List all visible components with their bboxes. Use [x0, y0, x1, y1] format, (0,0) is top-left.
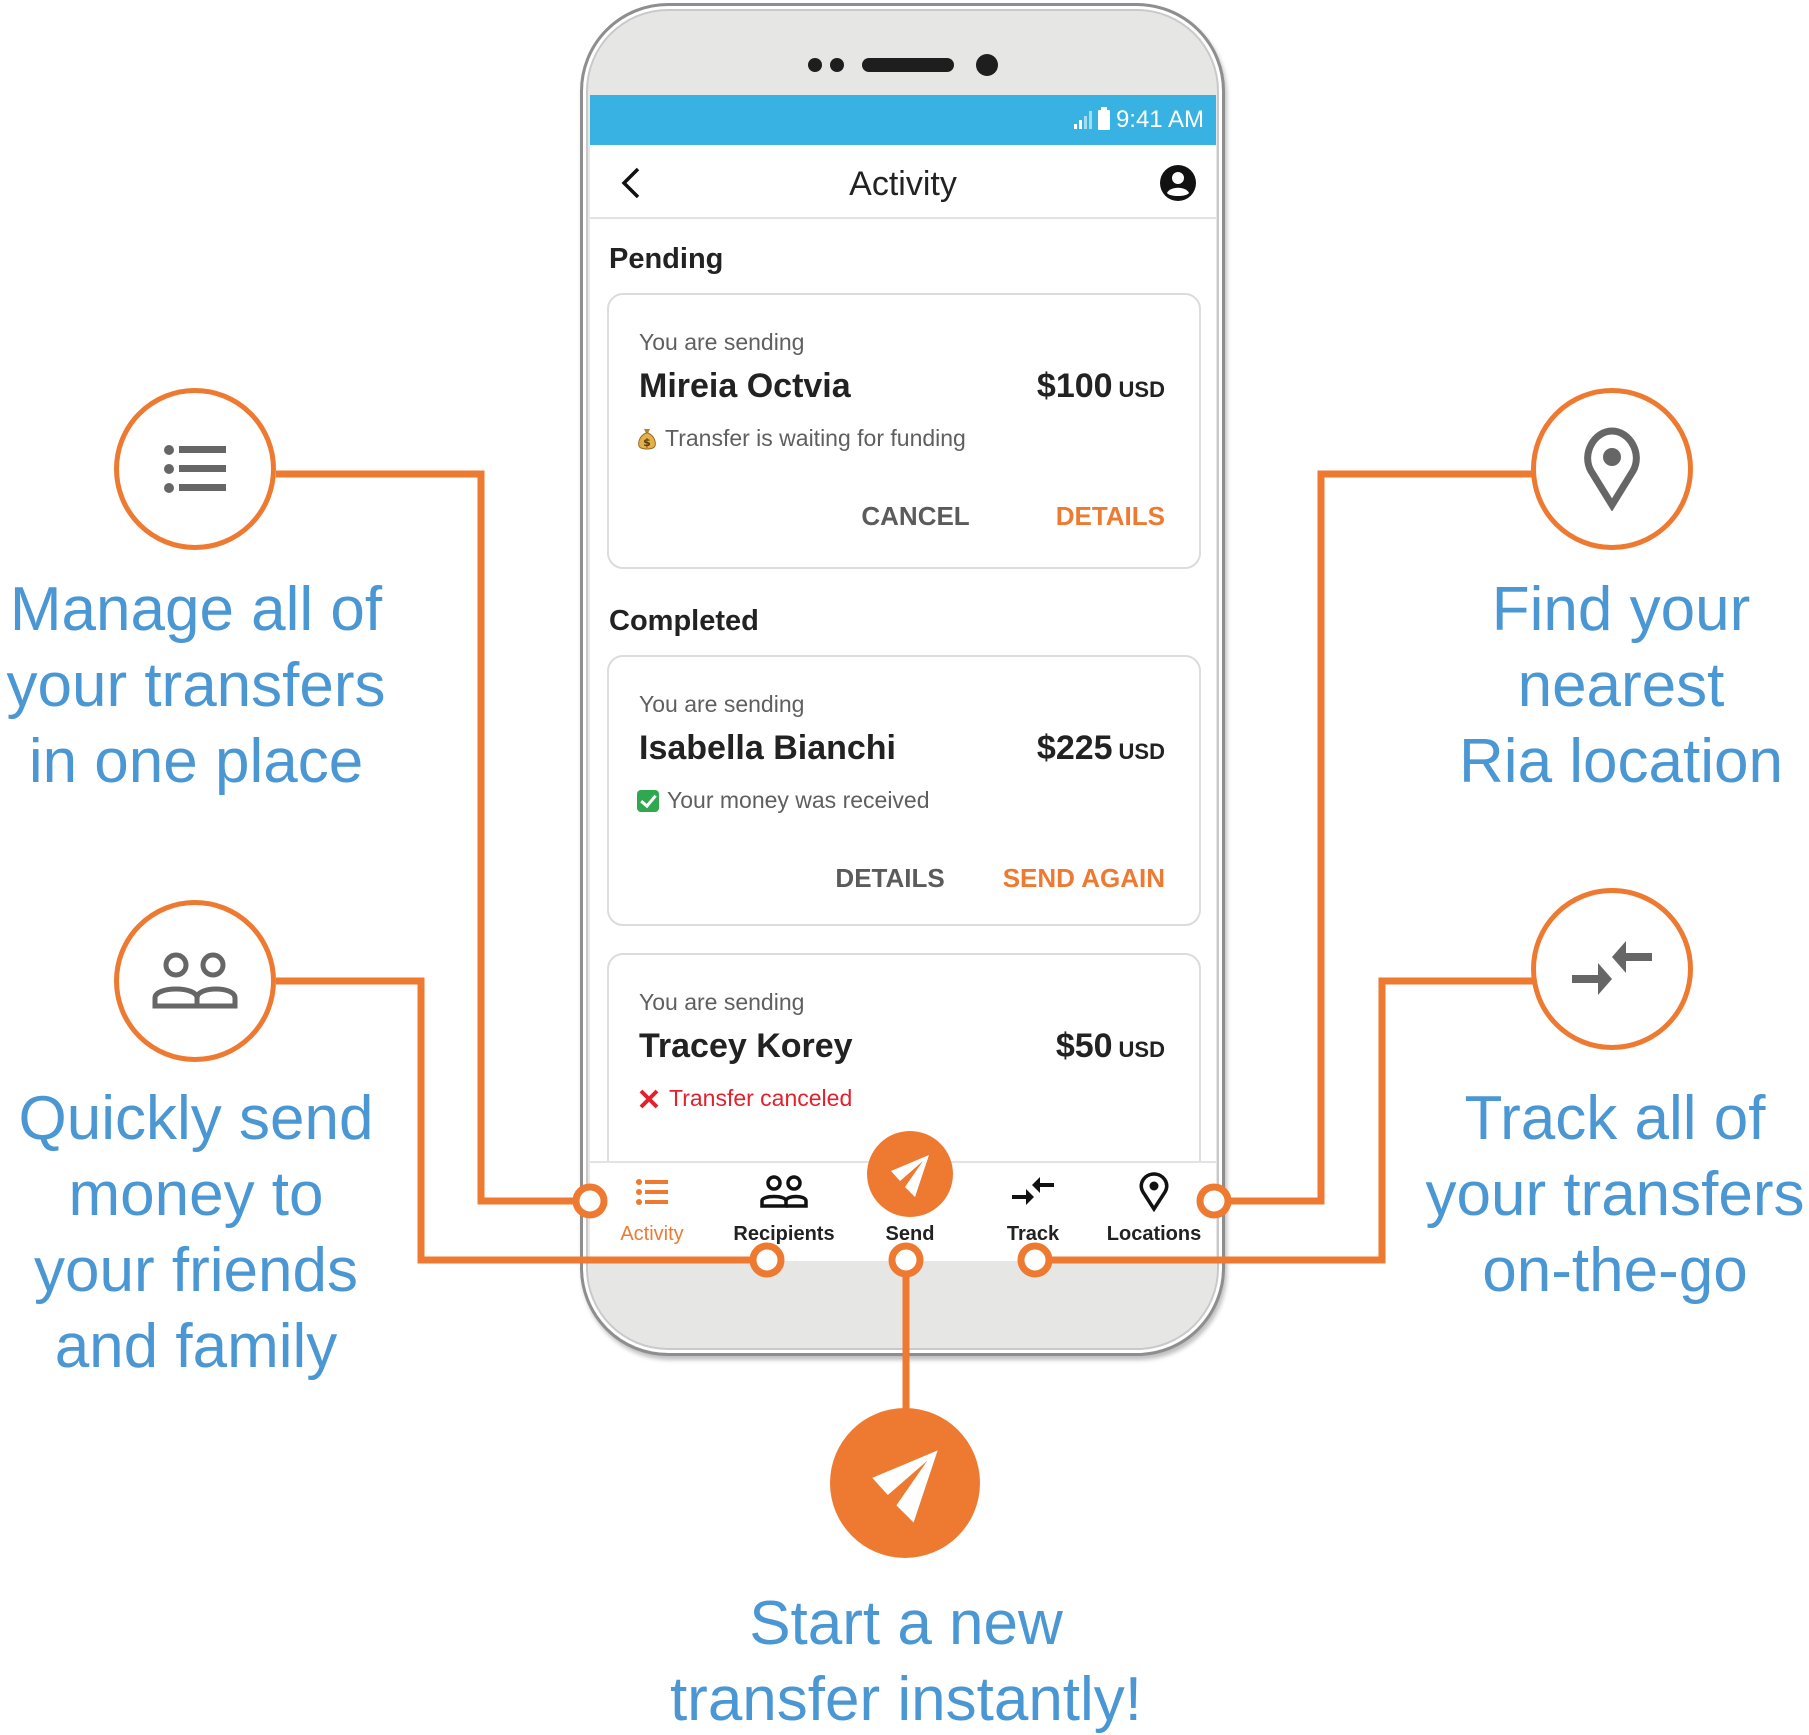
feature-recipients-badge [114, 900, 276, 1062]
feature-line: Track all of [1464, 1084, 1766, 1153]
feature-manage-text: Manage all of your transfers in one plac… [0, 572, 416, 800]
tab-track[interactable]: Track [973, 1171, 1093, 1246]
map-pin-icon [1139, 1172, 1169, 1212]
send-fab-button[interactable] [867, 1131, 953, 1217]
feature-line: Manage all of [9, 575, 383, 644]
paper-plane-icon [891, 1155, 929, 1197]
battery-icon [1097, 107, 1110, 130]
feature-line: money to [68, 1160, 324, 1229]
feature-line: Find your [1491, 575, 1751, 644]
feature-line: nearest [1517, 651, 1725, 720]
details-button[interactable]: DETAILS [1056, 501, 1165, 532]
card-caption: You are sending [639, 329, 805, 355]
amount-currency: USD [1118, 1037, 1165, 1062]
transfer-amount: $225 USD [1037, 729, 1165, 768]
amount-currency: USD [1118, 739, 1165, 764]
tab-label: Activity [620, 1223, 684, 1245]
send-again-button[interactable]: SEND AGAIN [1003, 863, 1165, 894]
amount-value: $225 [1036, 729, 1113, 767]
feature-line: transfer instantly! [669, 1665, 1143, 1734]
transfer-status: Your money was received [637, 787, 930, 814]
status-text: Your money was received [667, 787, 930, 813]
feature-locations-text: Find your nearest Ria location [1401, 572, 1809, 800]
people-icon [152, 952, 238, 1009]
feature-track-text: Track all of your transfers on-the-go [1395, 1081, 1809, 1309]
section-completed: Completed [609, 605, 759, 637]
feature-track-badge [1531, 888, 1693, 1050]
cancel-button[interactable]: CANCEL [861, 501, 969, 532]
card-actions: CANCEL DETAILS [861, 501, 1165, 532]
transfer-amount: $100 USD [1037, 367, 1165, 406]
amount-currency: USD [1118, 377, 1165, 402]
paper-plane-icon [872, 1450, 938, 1523]
feature-manage-badge [114, 388, 276, 550]
feature-send-text: Start a new transfer instantly! [606, 1586, 1206, 1735]
card-actions: DETAILS SEND AGAIN [835, 863, 1165, 894]
feature-recipients-text: Quickly send money to your friends and f… [0, 1081, 416, 1385]
feature-line: Start a new [749, 1589, 1063, 1658]
transfer-status: $ Transfer is waiting for funding [637, 425, 966, 452]
people-icon [760, 1175, 808, 1208]
amount-value: $100 [1036, 367, 1113, 405]
red-x-icon [639, 1089, 659, 1108]
transfer-card: You are sending Isabella Bianchi $225 USD… [607, 655, 1201, 926]
section-pending: Pending [609, 243, 724, 275]
tab-label: Track [1006, 1223, 1060, 1245]
feature-line: your transfers [6, 651, 386, 720]
arrows-converge-icon [1572, 941, 1652, 995]
feature-line: Quickly send [18, 1084, 374, 1153]
tab-recipients[interactable]: Recipients [724, 1171, 844, 1246]
svg-text:$: $ [643, 436, 651, 449]
tab-label: Recipients [733, 1223, 835, 1245]
card-caption: You are sending [639, 989, 805, 1015]
feature-line: in one place [28, 727, 364, 796]
map-pin-icon [1584, 427, 1640, 511]
account-circle-icon[interactable] [1158, 163, 1198, 203]
page-title: Activity [849, 165, 957, 203]
list-icon [636, 1179, 668, 1205]
signal-icon [1073, 111, 1092, 129]
details-button[interactable]: DETAILS [835, 863, 944, 894]
feature-line: on-the-go [1482, 1236, 1748, 1305]
feature-line: and family [54, 1312, 338, 1381]
recipient-name: Mireia Octvia [639, 367, 851, 405]
arrows-converge-icon [1012, 1177, 1054, 1205]
recipient-name: Isabella Bianchi [639, 729, 896, 767]
app-bar: Activity [590, 145, 1216, 219]
bottom-tab-bar: Activity Recipients Send Track Locations [590, 1131, 1216, 1261]
amount-value: $50 [1055, 1027, 1113, 1065]
recipient-name: Tracey Korey [639, 1027, 853, 1065]
phone-screen: 9:41 AM Activity Pending You are sending… [590, 95, 1216, 1261]
status-time: 9:41 AM [1115, 106, 1204, 133]
tab-activity[interactable]: Activity [592, 1171, 712, 1246]
transfer-card: You are sending Mireia Octvia $100 USD $ … [607, 293, 1201, 569]
status-text: Transfer is waiting for funding [665, 425, 966, 451]
status-bar: 9:41 AM [590, 95, 1216, 145]
phone-frame: 9:41 AM Activity Pending You are sending… [580, 3, 1225, 1356]
tab-label: Locations [1106, 1223, 1202, 1245]
money-bag-icon: $ [638, 428, 656, 449]
phone-speaker [807, 54, 998, 76]
feature-line: your friends [34, 1236, 358, 1305]
feature-line: your transfers [1425, 1160, 1805, 1229]
feature-locations-badge [1531, 388, 1693, 550]
tab-label: Send [885, 1223, 935, 1245]
tab-locations[interactable]: Locations [1094, 1171, 1214, 1246]
status-text: Transfer canceled [669, 1085, 853, 1111]
feature-line: Ria location [1459, 727, 1783, 796]
transfer-status: Transfer canceled [637, 1085, 852, 1112]
check-box-icon [637, 789, 659, 812]
list-icon [164, 445, 226, 493]
card-caption: You are sending [639, 691, 805, 717]
transfer-amount: $50 USD [1056, 1027, 1165, 1066]
feature-send-badge [830, 1408, 980, 1558]
